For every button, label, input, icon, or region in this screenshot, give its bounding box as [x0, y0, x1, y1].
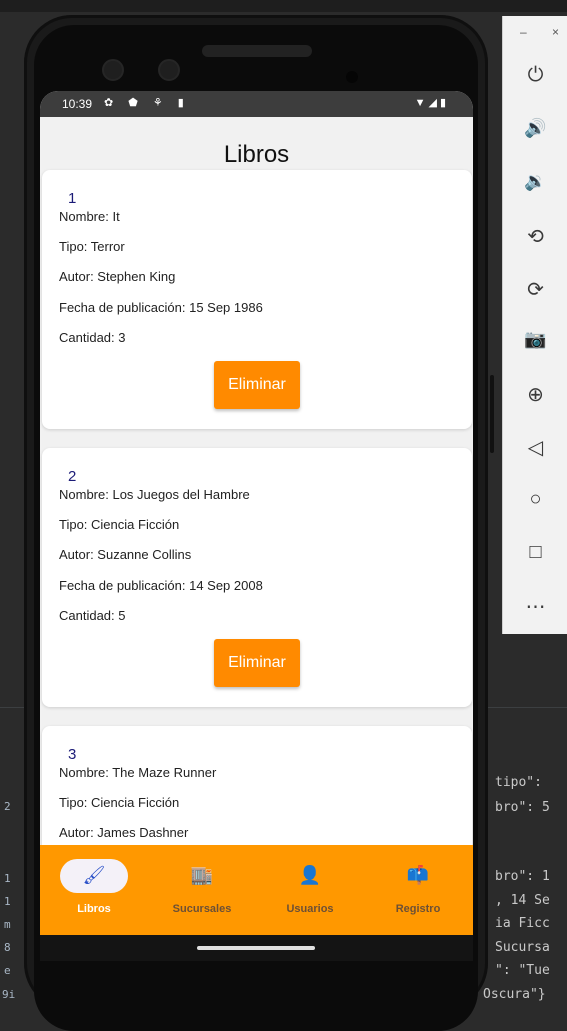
gutter-number: 8	[4, 941, 11, 954]
book-quantity: Cantidad: 3	[59, 330, 126, 345]
volume-down-icon[interactable]: 🔉	[503, 171, 567, 192]
book-id: 2	[68, 468, 77, 485]
nav-label: Usuarios	[286, 903, 334, 915]
nav-label: Sucursales	[172, 903, 232, 915]
book-id: 3	[68, 746, 77, 763]
book-name: Nombre: The Maze Runner	[59, 765, 217, 780]
gutter-number: 1	[4, 895, 11, 908]
device-screen: 10:39 ✿ ⬟ ⚘ ▮ ▼◢▮ Libros 1 Nombre: It Ti…	[40, 91, 473, 961]
nav-label: Libros	[77, 903, 111, 915]
front-camera-icon	[346, 71, 358, 83]
book-card: 2 Nombre: Los Juegos del Hambre Tipo: Ci…	[42, 448, 472, 707]
zoom-icon[interactable]: ⊕	[503, 382, 567, 407]
back-icon[interactable]: ◁	[503, 435, 567, 460]
book-date: Fecha de publicación: 15 Sep 1986	[59, 300, 263, 315]
bottom-navigation: 🖌 Libros 🏬 Sucursales 👤 Usuarios 📫 Regis…	[40, 845, 473, 935]
gutter-number: 9i	[2, 988, 16, 1001]
book-author: Autor: Stephen King	[59, 269, 176, 284]
rotate-left-icon[interactable]: ⟲	[503, 224, 567, 249]
gutter-number: 2	[4, 800, 11, 813]
book-name: Nombre: Los Juegos del Hambre	[59, 487, 250, 502]
book-type: Tipo: Terror	[59, 239, 125, 254]
overview-icon[interactable]: □	[503, 541, 567, 564]
book-card: 1 Nombre: It Tipo: Terror Autor: Stephen…	[42, 170, 472, 429]
person-icon: 👤	[298, 865, 322, 885]
status-signal-battery-icons: ▼◢▮	[414, 97, 449, 109]
code-line: Sucursa	[495, 940, 550, 955]
status-time: 10:39	[62, 97, 93, 111]
book-name: Nombre: It	[59, 209, 120, 224]
emulator-toolbar: – × ⏻ 🔊 🔉 ⟲ ⟳ 📷 ⊕ ◁ ○ □ ⋯	[502, 16, 567, 634]
sensor-icon	[158, 59, 180, 81]
delete-button[interactable]: Eliminar	[214, 639, 300, 687]
minimize-button[interactable]: –	[520, 25, 527, 39]
book-type: Tipo: Ciencia Ficción	[59, 795, 180, 810]
ide-top-strip	[0, 0, 567, 12]
power-icon[interactable]: ⏻	[503, 64, 567, 87]
code-line: ": "Tue	[495, 963, 550, 978]
mailbox-icon: 📫	[406, 865, 430, 885]
gutter-number: e	[4, 964, 11, 977]
status-bar: 10:39 ✿ ⬟ ⚘ ▮ ▼◢▮	[40, 91, 473, 117]
home-icon[interactable]: ○	[503, 488, 567, 511]
book-quantity: Cantidad: 5	[59, 608, 126, 623]
nav-item-libros[interactable]: 🖌 Libros	[40, 845, 148, 935]
store-icon: 🏬	[190, 865, 214, 885]
book-author: Autor: Suzanne Collins	[59, 547, 192, 562]
camera-icon[interactable]: 📷	[503, 329, 567, 350]
nav-item-registro[interactable]: 📫 Registro	[364, 845, 472, 935]
status-notification-icons: ✿ ⬟ ⚘ ▮	[104, 97, 190, 109]
volume-up-icon[interactable]: 🔊	[503, 118, 567, 139]
gesture-area	[40, 935, 473, 961]
gutter-number: 1	[4, 872, 11, 885]
home-gesture-bar[interactable]	[197, 946, 315, 950]
phone-side-button[interactable]	[490, 375, 494, 453]
nav-item-sucursales[interactable]: 🏬 Sucursales	[148, 845, 256, 935]
more-icon[interactable]: ⋯	[503, 594, 567, 619]
code-line: bro": 1	[495, 869, 550, 884]
book-author: Autor: James Dashner	[59, 825, 189, 840]
page-title: Libros	[223, 141, 290, 168]
code-line: bro": 5	[495, 800, 550, 815]
delete-button[interactable]: Eliminar	[214, 361, 300, 409]
sensor-icon	[102, 59, 124, 81]
nav-item-usuarios[interactable]: 👤 Usuarios	[256, 845, 364, 935]
code-line: ia Ficc	[495, 916, 550, 931]
brush-icon: 🖌	[82, 865, 106, 885]
code-line: , 14 Se	[495, 893, 550, 908]
nav-label: Registro	[395, 903, 441, 915]
earpiece-speaker	[202, 45, 312, 57]
book-date: Fecha de publicación: 14 Sep 2008	[59, 578, 263, 593]
book-type: Tipo: Ciencia Ficción	[59, 517, 180, 532]
book-id: 1	[68, 190, 77, 207]
code-line: Oscura"}	[483, 987, 546, 1002]
gutter-number: m	[4, 918, 11, 931]
code-line: tipo":	[495, 775, 542, 790]
close-button[interactable]: ×	[552, 25, 559, 39]
rotate-right-icon[interactable]: ⟳	[503, 277, 567, 302]
